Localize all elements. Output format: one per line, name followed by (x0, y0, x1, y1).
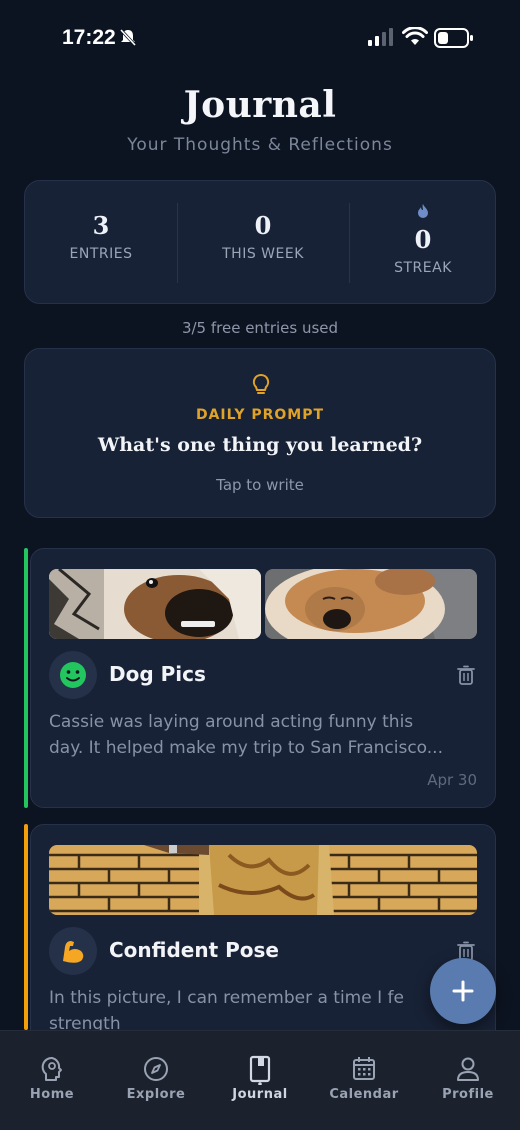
page-subtitle: Your Thoughts & Reflections (127, 135, 393, 155)
journal-entry-card[interactable]: Confident Pose In this picture, I can re… (30, 824, 496, 1064)
entry-excerpt: Cassie was laying around acting funny th… (49, 709, 479, 761)
silent-bell-icon (119, 28, 137, 46)
wifi-icon (402, 27, 428, 45)
journal-entry-card[interactable]: Dog Pics Cassie was laying around acting… (30, 548, 496, 808)
entry-accent-bar (24, 824, 28, 1030)
mood-badge (49, 651, 97, 699)
tab-label: Home (29, 1087, 75, 1102)
page-title: Journal (183, 84, 337, 126)
status-time: 17:22 (62, 26, 116, 49)
daily-prompt-cta: Tap to write (216, 476, 304, 494)
stats-card: 3 ENTRIES 0 THIS WEEK 0 STREAK (24, 180, 496, 304)
entry-excerpt-line: In this picture, I can remember a time I… (49, 988, 404, 1008)
stat-entries-label: ENTRIES (69, 246, 133, 262)
daily-prompt-card[interactable]: DAILY PROMPT What's one thing you learne… (24, 348, 496, 518)
lightbulb-head-icon (41, 1056, 62, 1081)
journal-book-icon (249, 1055, 271, 1085)
entry-date: Apr 30 (427, 771, 477, 789)
free-entries-usage: 3/5 free entries used (181, 319, 339, 337)
compass-icon (144, 1057, 168, 1081)
stat-this-week-value: 0 (254, 211, 272, 240)
calendar-icon (353, 1057, 375, 1080)
plus-icon (452, 980, 474, 1002)
trash-icon[interactable] (457, 665, 475, 685)
signal-icon (368, 28, 393, 46)
stat-entries: 3 ENTRIES (25, 181, 177, 305)
tab-label: Profile (442, 1087, 494, 1102)
brick-wall-pose-photo (49, 845, 477, 915)
flexed-biceps-icon (63, 941, 84, 963)
battery-icon (434, 28, 473, 48)
person-icon (457, 1057, 479, 1081)
entry-excerpt-line: day. It helped make my trip to San Franc… (49, 738, 443, 758)
daily-prompt-question: What's one thing you learned? (97, 434, 423, 456)
tab-label: Calendar (329, 1087, 399, 1102)
stat-streak: 0 STREAK (349, 181, 497, 305)
stat-entries-value: 3 (92, 211, 110, 240)
flame-icon (418, 204, 428, 218)
entry-accent-bar (24, 548, 28, 808)
dog-closeup-photo (49, 569, 261, 639)
entry-title: Dog Pics (109, 662, 206, 686)
stat-streak-label: STREAK (394, 260, 452, 276)
entry-excerpt-line: Cassie was laying around acting funny th… (49, 712, 414, 732)
entry-title: Confident Pose (109, 938, 279, 962)
stat-this-week: 0 THIS WEEK (177, 181, 349, 305)
daily-prompt-label: DAILY PROMPT (195, 407, 325, 423)
lightbulb-icon (252, 373, 270, 394)
tab-journal[interactable]: Journal (208, 1031, 312, 1130)
tab-calendar[interactable]: Calendar (312, 1031, 416, 1130)
tab-home[interactable]: Home (0, 1031, 104, 1130)
new-entry-button[interactable] (430, 958, 496, 1024)
stat-streak-value: 0 (414, 225, 432, 254)
dog-sleeping-photo (265, 569, 477, 639)
smiley-face-icon (60, 662, 86, 688)
tab-explore[interactable]: Explore (104, 1031, 208, 1130)
mood-badge (49, 927, 97, 975)
tab-label: Journal (232, 1087, 288, 1102)
tab-bar: Home Explore Journal Calendar Profile (0, 1030, 520, 1130)
status-bar: 17:22 (0, 0, 520, 76)
stat-this-week-label: THIS WEEK (222, 246, 304, 262)
tab-profile[interactable]: Profile (416, 1031, 520, 1130)
tab-label: Explore (126, 1087, 186, 1102)
